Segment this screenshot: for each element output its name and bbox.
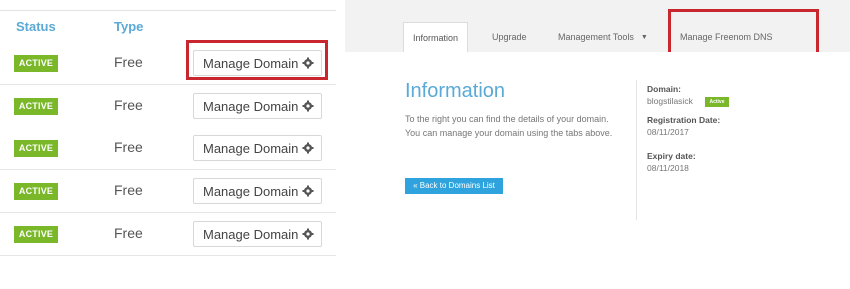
gear-icon	[302, 100, 314, 112]
gear-icon	[302, 185, 314, 197]
status-badge: ACTIVE	[14, 226, 58, 243]
domain-type: Free	[114, 182, 143, 198]
status-badge: ACTIVE	[14, 140, 58, 157]
back-to-domains-button[interactable]: « Back to Domains List	[405, 178, 503, 194]
status-badge: ACTIVE	[14, 98, 58, 115]
description-line: To the right you can find the details of…	[405, 114, 609, 124]
table-header: Status Type	[0, 10, 336, 44]
manage-domain-button[interactable]: Manage Domain	[193, 178, 322, 204]
manage-domain-label: Manage Domain	[203, 99, 299, 114]
registration-date-value: 08/11/2017	[647, 127, 689, 137]
page-title: Information	[405, 80, 506, 102]
tab-management-tools-label: Management Tools	[558, 32, 634, 42]
gear-icon	[302, 142, 314, 154]
manage-domain-button[interactable]: Manage Domain	[193, 221, 322, 247]
manage-domain-label: Manage Domain	[203, 227, 299, 242]
domain-status-badge: Active	[705, 97, 729, 107]
table-row: ACTIVE Free Manage Domain	[0, 85, 336, 128]
gear-icon	[302, 57, 314, 69]
domain-value: blogstilasick	[647, 96, 693, 106]
tab-upgrade[interactable]: Upgrade	[492, 22, 527, 52]
description-line: You can manage your domain using the tab…	[405, 128, 613, 138]
domain-type: Free	[114, 54, 143, 70]
manage-domain-label: Manage Domain	[203, 56, 299, 71]
status-column-header: Status	[16, 19, 56, 34]
table-row: ACTIVE Free Manage Domain	[0, 127, 336, 170]
table-row: ACTIVE Free Manage Domain	[0, 170, 336, 213]
table-row: ACTIVE Free Manage Domain	[0, 42, 336, 85]
registration-date-label: Registration Date:	[647, 115, 721, 125]
gear-icon	[302, 228, 314, 240]
status-badge: ACTIVE	[14, 183, 58, 200]
manage-domain-label: Manage Domain	[203, 184, 299, 199]
caret-down-icon: ▼	[640, 33, 648, 41]
domain-type: Free	[114, 97, 143, 113]
manage-domain-button[interactable]: Manage Domain	[193, 50, 322, 76]
expiry-date-label: Expiry date:	[647, 151, 696, 161]
manage-domain-button[interactable]: Manage Domain	[193, 93, 322, 119]
domain-type: Free	[114, 225, 143, 241]
information-description: To the right you can find the details of…	[405, 112, 635, 140]
manage-domain-button[interactable]: Manage Domain	[193, 135, 322, 161]
domains-table: Status Type ACTIVE Free Manage Domain AC…	[0, 0, 336, 289]
tab-management-tools[interactable]: Management Tools ▼	[558, 22, 648, 52]
domain-type: Free	[114, 139, 143, 155]
tab-manage-freenom-dns[interactable]: Manage Freenom DNS	[680, 22, 773, 52]
information-content: Information To the right you can find th…	[345, 52, 850, 289]
manage-domain-label: Manage Domain	[203, 141, 299, 156]
type-column-header: Type	[114, 19, 144, 34]
divider	[636, 80, 637, 220]
tab-information[interactable]: Information	[403, 22, 469, 53]
status-badge: ACTIVE	[14, 55, 58, 72]
domain-detail-panel: Information Upgrade Management Tools ▼ Ma…	[345, 0, 850, 289]
domain-label: Domain:	[647, 84, 681, 94]
table-row: ACTIVE Free Manage Domain	[0, 213, 336, 256]
expiry-date-value: 08/11/2018	[647, 163, 689, 173]
